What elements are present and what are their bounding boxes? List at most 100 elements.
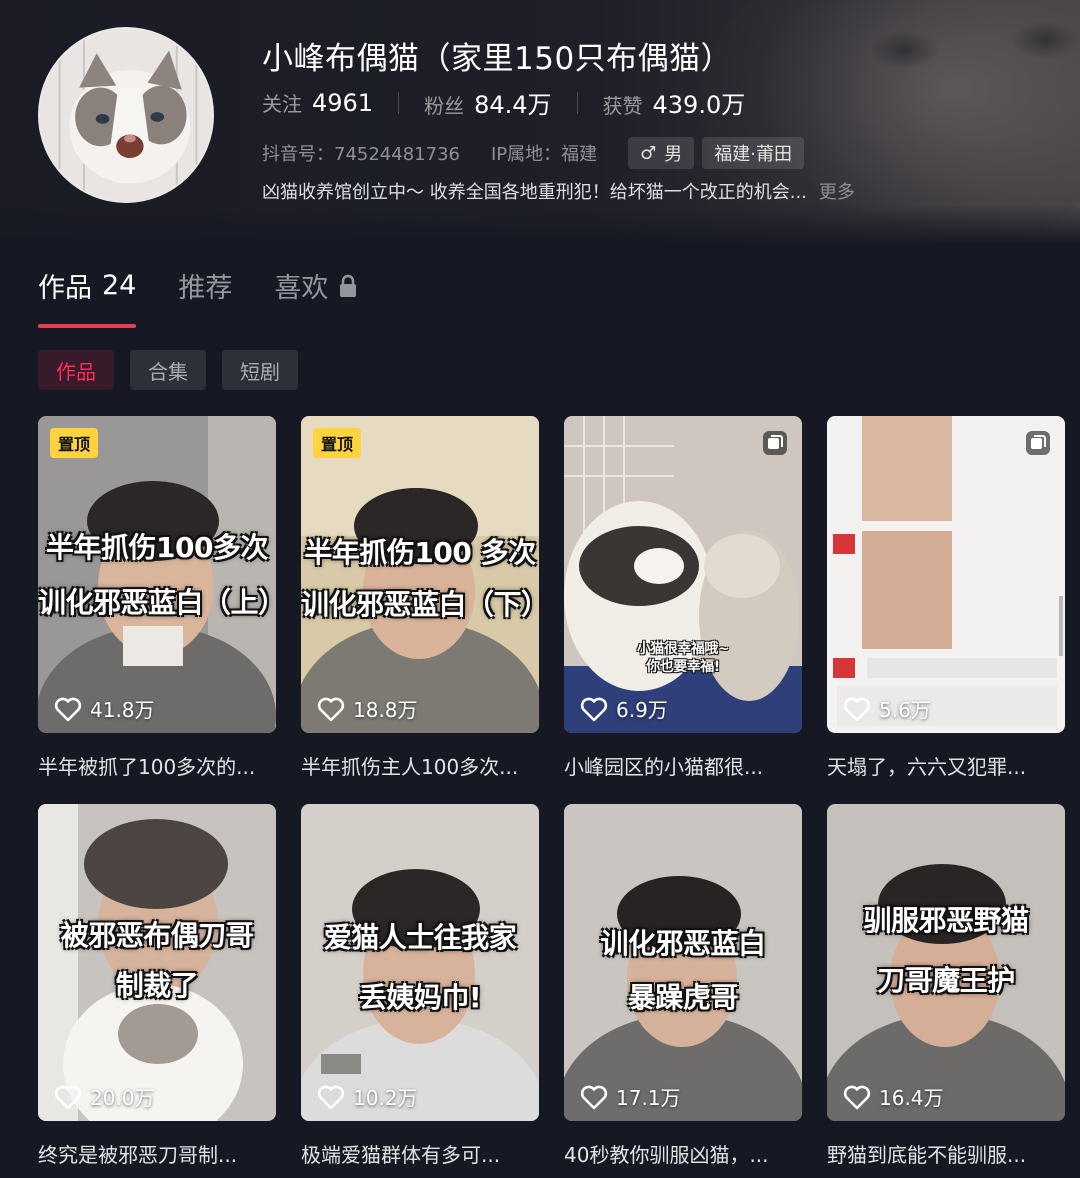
bio-more-link[interactable]: 更多 bbox=[819, 182, 855, 203]
stat-divider bbox=[576, 91, 578, 114]
video-thumbnail[interactable]: 置顶 半年抓伤100多次 训化邪恶蓝白（上） 41.8万 bbox=[38, 416, 276, 733]
heart-icon bbox=[317, 1085, 345, 1109]
subtab-short-drama[interactable]: 短剧 bbox=[222, 350, 298, 390]
heart-icon bbox=[580, 1085, 608, 1109]
video-thumbnail-image bbox=[564, 416, 802, 733]
video-title[interactable]: 极端爱猫群体有多可... bbox=[301, 1139, 539, 1168]
video-caption-line1: 爱猫人士往我家 bbox=[323, 921, 517, 954]
tab-works-label: 作品 bbox=[38, 273, 92, 304]
douyin-id: 抖音号：74524481736 bbox=[262, 144, 460, 165]
tab-likes-label: 喜欢 bbox=[274, 273, 329, 304]
subtab-works[interactable]: 作品 bbox=[38, 350, 114, 390]
video-thumbnail[interactable]: 5.6万 bbox=[827, 416, 1065, 733]
subtabs: 作品 合集 短剧 bbox=[38, 350, 314, 390]
following-stat[interactable]: 关注 4961 bbox=[262, 88, 373, 117]
heart-icon bbox=[843, 697, 871, 721]
profile-stats: 关注 4961 粉丝 84.4万 获赞 439.0万 bbox=[262, 85, 745, 120]
video-thumbnail-image bbox=[827, 416, 1065, 733]
video-likes-count: 16.4万 bbox=[879, 1086, 944, 1110]
avatar-cat-image bbox=[40, 29, 212, 201]
region-chip: 福建·莆田 bbox=[702, 137, 805, 169]
profile-meta: 抖音号：74524481736 IP属地：福建 ♂ 男 福建·莆田 bbox=[262, 137, 812, 169]
video-title[interactable]: 半年被抓了100多次的... bbox=[38, 751, 276, 780]
video-card[interactable]: 小猫很幸福哦~ 你也要幸福! 6.9万 小峰园区的小猫都很... bbox=[564, 416, 802, 804]
likes-label: 获赞 bbox=[602, 94, 643, 118]
video-likes-count: 18.8万 bbox=[353, 698, 418, 722]
video-likes: 17.1万 bbox=[580, 1082, 681, 1111]
video-likes: 6.9万 bbox=[580, 694, 668, 723]
tab-works-count: 24 bbox=[102, 270, 137, 301]
video-card[interactable]: 置顶 半年抓伤100 多次 训化邪恶蓝白（下） 18.8万 半年抓伤主人100多… bbox=[301, 416, 539, 804]
likes-count: 439.0万 bbox=[652, 91, 746, 119]
video-card[interactable]: 爱猫人士往我家 丢姨妈巾! 10.2万 极端爱猫群体有多可... bbox=[301, 804, 539, 1178]
video-caption-line2: 训化邪恶蓝白（下） bbox=[301, 588, 539, 621]
video-card[interactable]: 训化邪恶蓝白 暴躁虎哥 17.1万 40秒教你驯服凶猫，... bbox=[564, 804, 802, 1178]
video-thumbnail-image bbox=[301, 416, 539, 733]
video-thumbnail[interactable]: 训化邪恶蓝白 暴躁虎哥 17.1万 bbox=[564, 804, 802, 1121]
profile-bio: 凶猫收养馆创立中～ 收养全国各地重刑犯！给坏猫一个改正的机会... 更多 bbox=[262, 178, 855, 204]
video-thumbnail[interactable]: 爱猫人士往我家 丢姨妈巾! 10.2万 bbox=[301, 804, 539, 1121]
followers-label: 粉丝 bbox=[424, 94, 465, 118]
video-thumbnail-image bbox=[564, 804, 802, 1121]
following-label: 关注 bbox=[262, 92, 302, 116]
video-caption-line2: 丢姨妈巾! bbox=[358, 981, 482, 1014]
video-title[interactable]: 终究是被邪恶刀哥制... bbox=[38, 1139, 276, 1168]
video-thumbnail-image bbox=[38, 416, 276, 733]
heart-icon bbox=[317, 697, 345, 721]
multi-image-icon bbox=[763, 431, 787, 455]
avatar[interactable] bbox=[38, 27, 214, 203]
pinned-badge: 置顶 bbox=[313, 428, 362, 458]
following-count: 4961 bbox=[312, 89, 374, 117]
video-thumbnail[interactable]: 驯服邪恶野猫 刀哥魔王护 16.4万 bbox=[827, 804, 1065, 1121]
video-likes-count: 17.1万 bbox=[616, 1086, 681, 1110]
video-caption-line1: 小猫很幸福哦~ bbox=[636, 641, 730, 657]
video-title[interactable]: 半年抓伤主人100多次... bbox=[301, 751, 539, 780]
video-title[interactable]: 40秒教你驯服凶猫，... bbox=[564, 1139, 802, 1168]
multi-image-icon bbox=[1026, 431, 1050, 455]
video-likes: 10.2万 bbox=[317, 1082, 418, 1111]
active-tab-indicator bbox=[38, 324, 136, 328]
video-likes: 16.4万 bbox=[843, 1082, 944, 1111]
video-thumbnail[interactable]: 被邪恶布偶刀哥 制裁了 20.0万 bbox=[38, 804, 276, 1121]
stat-divider bbox=[398, 91, 400, 114]
video-card[interactable]: 驯服邪恶野猫 刀哥魔王护 16.4万 野猫到底能不能驯服... bbox=[827, 804, 1065, 1178]
bio-text: 凶猫收养馆创立中～ 收养全国各地重刑犯！给坏猫一个改正的机会... bbox=[262, 182, 807, 203]
video-caption-line1: 半年抓伤100多次 bbox=[46, 531, 268, 564]
video-card[interactable]: 被邪恶布偶刀哥 制裁了 20.0万 终究是被邪恶刀哥制... bbox=[38, 804, 276, 1178]
video-thumbnail-image bbox=[301, 804, 539, 1121]
video-title[interactable]: 小峰园区的小猫都很... bbox=[564, 751, 802, 780]
tab-recommend[interactable]: 推荐 bbox=[178, 266, 232, 305]
video-grid: 置顶 半年抓伤100多次 训化邪恶蓝白（上） 41.8万 半年被抓了100多次的… bbox=[38, 416, 1065, 1178]
video-title[interactable]: 野猫到底能不能驯服... bbox=[827, 1139, 1065, 1168]
pinned-badge: 置顶 bbox=[50, 428, 99, 458]
likes-stat[interactable]: 获赞 439.0万 bbox=[603, 85, 746, 120]
video-caption-line2: 制裁了 bbox=[115, 969, 199, 1002]
video-card[interactable]: 置顶 半年抓伤100多次 训化邪恶蓝白（上） 41.8万 半年被抓了100多次的… bbox=[38, 416, 276, 804]
video-likes-count: 5.6万 bbox=[879, 698, 931, 722]
ip-location: IP属地：福建 bbox=[490, 144, 598, 165]
video-thumbnail[interactable]: 小猫很幸福哦~ 你也要幸福! 6.9万 bbox=[564, 416, 802, 733]
followers-count: 84.4万 bbox=[474, 91, 552, 119]
tab-works[interactable]: 作品 24 bbox=[38, 266, 136, 305]
video-likes: 20.0万 bbox=[54, 1082, 155, 1111]
profile-tabs: 作品 24 推荐 喜欢 bbox=[38, 266, 400, 305]
video-likes-count: 41.8万 bbox=[90, 698, 155, 722]
heart-icon bbox=[54, 1085, 82, 1109]
gender-chip: ♂ 男 bbox=[628, 137, 695, 169]
followers-stat[interactable]: 粉丝 84.4万 bbox=[424, 85, 551, 120]
subtab-collections[interactable]: 合集 bbox=[130, 350, 206, 390]
tab-likes[interactable]: 喜欢 bbox=[274, 266, 358, 305]
video-caption-line1: 被邪恶布偶刀哥 bbox=[60, 919, 254, 952]
video-title[interactable]: 天塌了，六六又犯罪... bbox=[827, 751, 1065, 780]
video-likes: 41.8万 bbox=[54, 694, 155, 723]
video-card[interactable]: 5.6万 天塌了，六六又犯罪... bbox=[827, 416, 1065, 804]
video-likes-count: 6.9万 bbox=[616, 698, 668, 722]
video-thumbnail[interactable]: 置顶 半年抓伤100 多次 训化邪恶蓝白（下） 18.8万 bbox=[301, 416, 539, 733]
video-caption-line1: 驯服邪恶野猫 bbox=[863, 904, 1029, 937]
video-caption-line2: 训化邪恶蓝白（上） bbox=[38, 586, 276, 619]
video-caption-line2: 你也要幸福! bbox=[646, 659, 720, 675]
heart-icon bbox=[580, 697, 608, 721]
male-icon: ♂ bbox=[640, 142, 657, 164]
video-caption-line2: 暴躁虎哥 bbox=[627, 981, 739, 1014]
video-caption-line2: 刀哥魔王护 bbox=[877, 964, 1015, 997]
